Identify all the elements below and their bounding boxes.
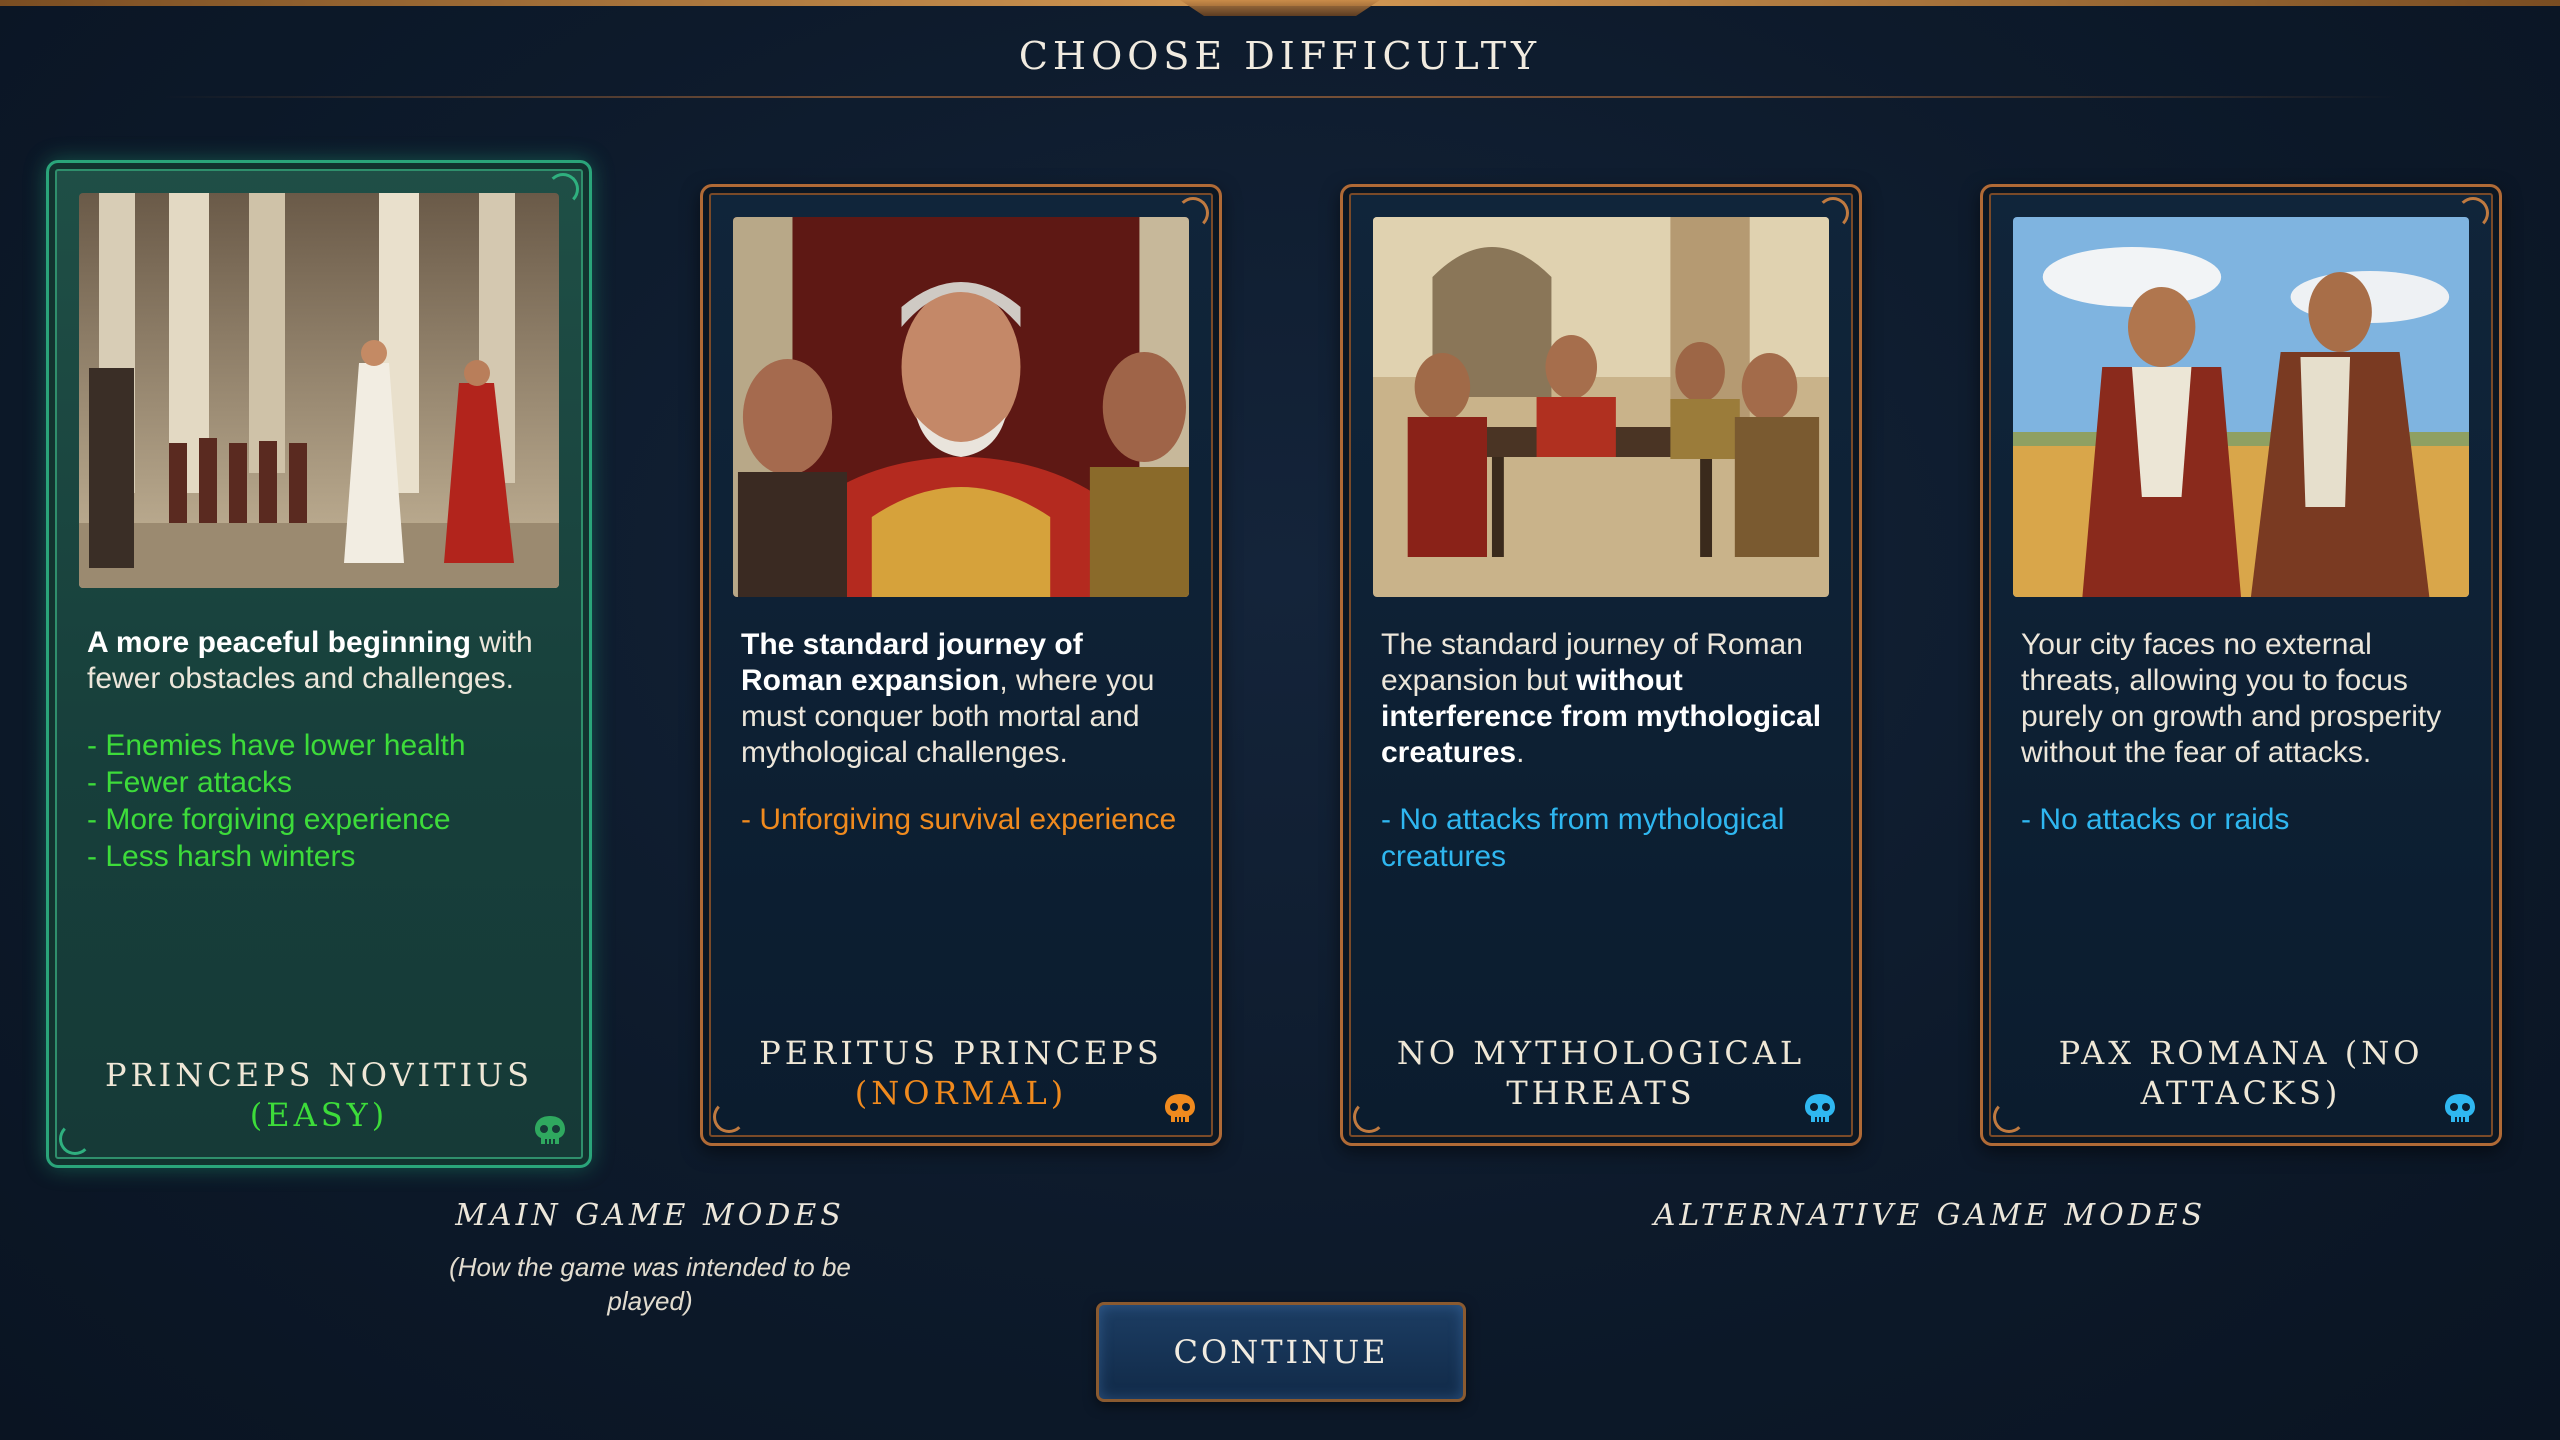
card-desc-text: Your city faces no external threats, all… xyxy=(2021,628,2442,769)
skull-icon xyxy=(535,1116,565,1144)
skull-icon xyxy=(1165,1094,1195,1122)
card-art-farmers-field xyxy=(2013,217,2469,597)
top-ornament xyxy=(1180,0,1380,16)
card-description: Your city faces no external threats, all… xyxy=(2021,627,2465,838)
card-bullets: - No attacks or raids xyxy=(2021,801,2465,838)
card-description: The standard journey of Roman expansion,… xyxy=(741,627,1185,838)
card-title: PRINCEPS NOVITIUS (EASY) xyxy=(69,1055,569,1135)
card-title-line1: NO MYTHOLOGICAL xyxy=(1396,1034,1806,1072)
title-divider xyxy=(160,96,2400,98)
difficulty-card-easy[interactable]: A more peaceful beginning with fewer obs… xyxy=(46,160,592,1168)
card-art-roman-leaders xyxy=(733,217,1189,597)
difficulty-card-no-mythological[interactable]: The standard journey of Roman expansion … xyxy=(1340,184,1862,1146)
difficulty-card-pax-romana[interactable]: Your city faces no external threats, all… xyxy=(1980,184,2502,1146)
bullet-item: - Less harsh winters xyxy=(87,840,356,873)
card-title-line1: PERITUS PRINCEPS xyxy=(759,1034,1163,1072)
card-title-line2: (EASY) xyxy=(249,1096,389,1134)
continue-button[interactable]: CONTINUE xyxy=(1096,1302,1466,1402)
card-desc-text: . xyxy=(1516,736,1525,769)
bullet-item: - No attacks or raids xyxy=(2021,803,2290,836)
card-bullets: - No attacks from mythological creatures xyxy=(1381,801,1825,875)
main-game-modes-note: (How the game was intended to be played) xyxy=(449,1252,851,1316)
card-title-line2: (NORMAL) xyxy=(854,1074,1068,1112)
skull-icon xyxy=(2445,1094,2475,1122)
card-art-senate-procession xyxy=(79,193,559,588)
card-title-line1: PRINCEPS NOVITIUS xyxy=(104,1056,534,1094)
card-bullets: - Enemies have lower health - Fewer atta… xyxy=(87,727,555,875)
card-description: The standard journey of Roman expansion … xyxy=(1381,627,1825,875)
difficulty-card-normal[interactable]: The standard journey of Roman expansion,… xyxy=(700,184,1222,1146)
card-title-line2: ATTACKS) xyxy=(2140,1074,2342,1112)
bullet-item: - More forgiving experience xyxy=(87,803,451,836)
bullet-item: - Fewer attacks xyxy=(87,766,293,799)
card-title: NO MYTHOLOGICAL THREATS xyxy=(1363,1033,1839,1113)
skull-icon xyxy=(1805,1094,1835,1122)
card-desc-bold: A more peaceful beginning xyxy=(87,626,471,659)
bullet-item: - Enemies have lower health xyxy=(87,729,466,762)
card-title: PAX ROMANA (NO ATTACKS) xyxy=(2003,1033,2479,1113)
card-art-soldiers-resting xyxy=(1373,217,1829,597)
card-title-line2: THREATS xyxy=(1506,1074,1696,1112)
main-game-modes-label: MAIN GAME MODES xyxy=(455,1198,845,1233)
card-title: PERITUS PRINCEPS (NORMAL) xyxy=(723,1033,1199,1113)
bullet-item: - Unforgiving survival experience xyxy=(741,803,1177,836)
card-bullets: - Unforgiving survival experience xyxy=(741,801,1185,838)
alternative-game-modes-label: ALTERNATIVE GAME MODES xyxy=(1653,1198,2207,1233)
page-title: CHOOSE DIFFICULTY xyxy=(1018,34,1542,78)
card-description: A more peaceful beginning with fewer obs… xyxy=(87,625,555,875)
card-title-line1: PAX ROMANA (NO xyxy=(2058,1034,2424,1072)
bullet-item: - No attacks from mythological creatures xyxy=(1381,803,1785,873)
